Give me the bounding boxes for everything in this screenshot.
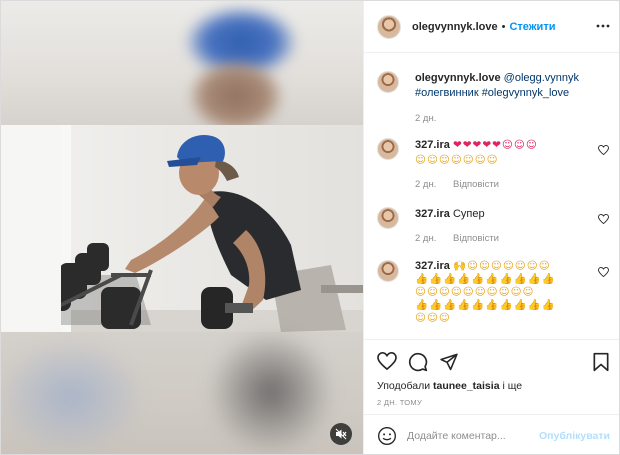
comment-time: 2 дн.: [415, 179, 437, 190]
comment-item: 327.ira 🙌☺☺☺☺☺☺☺ 👍👍👍👍👍👍👍👍👍👍 ☺☺☺☺☺☺☺☺☺☺ 👍…: [377, 260, 609, 335]
avatar[interactable]: [377, 14, 401, 39]
video-blur-top: [1, 1, 363, 131]
speaker-muted-icon[interactable]: [330, 423, 352, 445]
follow-button[interactable]: Стежити: [509, 21, 555, 33]
post-modal: olegvynnyk.love • Стежити olegvynnyk.lov…: [0, 0, 620, 455]
smiley-icon[interactable]: [377, 426, 397, 446]
publish-button[interactable]: Опублікувати: [539, 430, 610, 442]
caption-time: 2 дн.: [415, 113, 437, 124]
avatar[interactable]: [377, 260, 399, 282]
comment-emoji-text: ❤❤❤❤❤☺☺☺: [452, 139, 538, 151]
post-author-username[interactable]: olegvynnyk.love: [412, 21, 498, 33]
comment-time: 2 дн.: [415, 233, 437, 244]
likes-summary: Уподобали taunee_taisia і ще: [377, 380, 522, 392]
comment-text: Супер: [452, 208, 485, 220]
likes-suffix[interactable]: і ще: [502, 380, 522, 392]
reply-button[interactable]: Відповісти: [453, 179, 499, 190]
heart-icon[interactable]: [377, 352, 397, 370]
comment-icon[interactable]: [408, 352, 428, 372]
comment-username[interactable]: 327.ira: [415, 208, 450, 220]
comment-form: Опублікувати: [364, 414, 619, 454]
video-frame: [1, 125, 363, 332]
reply-button[interactable]: Відповісти: [453, 233, 499, 244]
avatar[interactable]: [377, 71, 399, 93]
comment-emoji-text: ☺☺☺: [415, 312, 451, 324]
video-blur-bottom: [1, 332, 363, 454]
heart-icon[interactable]: [598, 145, 609, 155]
caption-mention[interactable]: @olegg.vynnyk: [504, 72, 579, 84]
caption-hashtags[interactable]: #олегвинник #olegvynnyk_love: [415, 87, 569, 99]
separator-dot: •: [501, 20, 506, 33]
comment-emoji-text: 👍👍👍👍👍👍👍👍👍👍: [415, 299, 556, 311]
share-icon[interactable]: [439, 352, 459, 371]
caption-username[interactable]: olegvynnyk.love: [415, 72, 501, 84]
comment-emoji-text: ☺☺☺☺☺☺☺☺☺☺: [415, 286, 535, 298]
post-timestamp[interactable]: 2 ДН. ТОМУ: [377, 398, 422, 407]
comment-item: 327.ira ❤❤❤❤❤☺☺☺ ☺☺☺☺☺☺☺ 2 дн. Відповіст…: [377, 138, 609, 193]
comment-item: 327.ira Супер 2 дн. Відповісти: [377, 207, 609, 247]
comment-input[interactable]: [407, 429, 537, 442]
bookmark-icon[interactable]: [592, 352, 610, 372]
avatar[interactable]: [377, 138, 399, 160]
comment-username[interactable]: 327.ira: [415, 139, 450, 151]
heart-icon[interactable]: [598, 214, 609, 224]
likes-prefix: Уподобали: [377, 380, 431, 392]
caption: olegvynnyk.love @olegg.vynnyk #олегвинни…: [377, 71, 609, 131]
more-horizontal-icon[interactable]: [596, 19, 610, 33]
post-side-panel: olegvynnyk.love • Стежити olegvynnyk.lov…: [363, 1, 619, 454]
likes-user[interactable]: taunee_taisia: [433, 380, 500, 392]
heart-icon[interactable]: [598, 267, 609, 277]
comment-emoji-text: ☺☺☺☺☺☺☺: [415, 154, 499, 166]
avatar[interactable]: [377, 207, 399, 229]
comment-username[interactable]: 327.ira: [415, 260, 450, 272]
comment-emoji-text: 🙌☺☺☺☺☺☺☺: [452, 260, 551, 272]
post-header: olegvynnyk.love • Стежити: [364, 1, 619, 53]
comment-emoji-text: 👍👍👍👍👍👍👍👍👍👍: [415, 273, 556, 285]
post-video[interactable]: [1, 1, 363, 454]
